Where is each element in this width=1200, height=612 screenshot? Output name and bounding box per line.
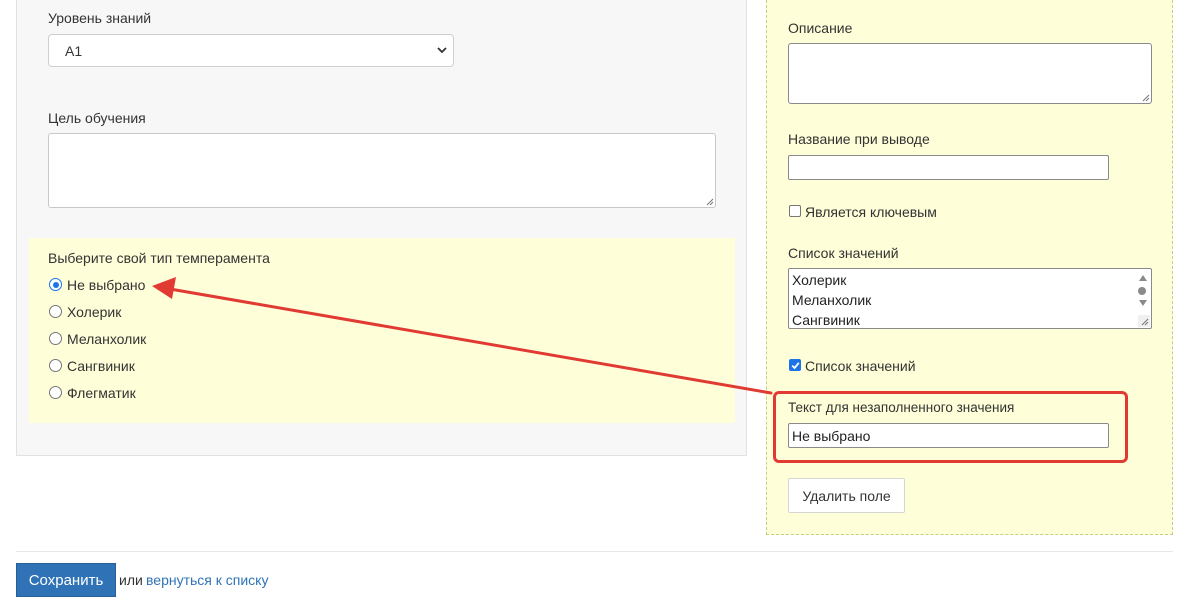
list-item: Сангвиник: [792, 312, 860, 328]
value-list-label: Список значений: [788, 245, 899, 261]
value-list-textarea[interactable]: Холерик Меланхолик Сангвиник: [788, 268, 1152, 329]
learning-goal-label: Цель обучения: [48, 110, 146, 126]
chevron-down-icon: [437, 47, 447, 54]
resize-grip-icon[interactable]: [1138, 315, 1150, 327]
delete-field-button[interactable]: Удалить поле: [788, 478, 905, 513]
value-list-checkbox-label: Список значений: [805, 358, 916, 374]
scrollbar-thumb[interactable]: [1138, 287, 1146, 295]
value-list-checkbox[interactable]: [789, 359, 801, 371]
radio-label: Флегматик: [67, 385, 136, 401]
back-to-list-link[interactable]: вернуться к списку: [146, 572, 268, 588]
empty-value-text-label: Текст для незаполненного значения: [788, 400, 1015, 415]
temperament-label: Выберите свой тип темперамента: [48, 250, 270, 266]
radio-button[interactable]: [49, 386, 62, 399]
field-properties-panel: Описание Название при выводе Является кл…: [766, 0, 1173, 535]
knowledge-level-label: Уровень знаний: [48, 10, 152, 26]
radio-label: Не выбрано: [67, 277, 146, 293]
description-label: Описание: [788, 20, 853, 36]
form-preview-panel: Уровень знаний A1 Цель обучения Выберите…: [16, 0, 747, 456]
scroll-down-icon[interactable]: [1138, 299, 1148, 307]
radio-label: Сангвиник: [67, 358, 135, 374]
display-name-label: Название при выводе: [788, 131, 930, 147]
radio-label: Холерик: [67, 304, 122, 320]
scroll-up-icon[interactable]: [1138, 274, 1148, 282]
resize-grip-icon[interactable]: [705, 197, 714, 206]
is-key-label: Является ключевым: [805, 204, 937, 220]
radio-button[interactable]: [49, 359, 62, 372]
learning-goal-textarea[interactable]: [48, 133, 716, 208]
description-textarea[interactable]: [788, 43, 1152, 104]
save-button[interactable]: Сохранить: [16, 563, 116, 597]
empty-value-text-value: Не выбрано: [792, 428, 871, 444]
empty-value-text-input[interactable]: Не выбрано: [788, 423, 1109, 448]
display-name-input[interactable]: [788, 155, 1109, 180]
radio-button[interactable]: [49, 332, 62, 345]
radio-label: Меланхолик: [67, 331, 147, 347]
list-item: Холерик: [792, 272, 847, 288]
checkmark-icon: [791, 362, 800, 370]
radio-button[interactable]: [49, 305, 62, 318]
knowledge-level-value: A1: [65, 43, 83, 59]
list-item: Меланхолик: [792, 292, 872, 308]
knowledge-level-select[interactable]: A1: [48, 34, 454, 67]
resize-grip-icon[interactable]: [1141, 93, 1150, 102]
temperament-radio-group: Выберите свой тип темперамента Не выбран…: [29, 238, 735, 423]
radio-button[interactable]: [49, 278, 62, 291]
footer-divider: [16, 551, 1173, 552]
or-text: или: [119, 572, 143, 588]
is-key-checkbox[interactable]: [789, 205, 801, 217]
